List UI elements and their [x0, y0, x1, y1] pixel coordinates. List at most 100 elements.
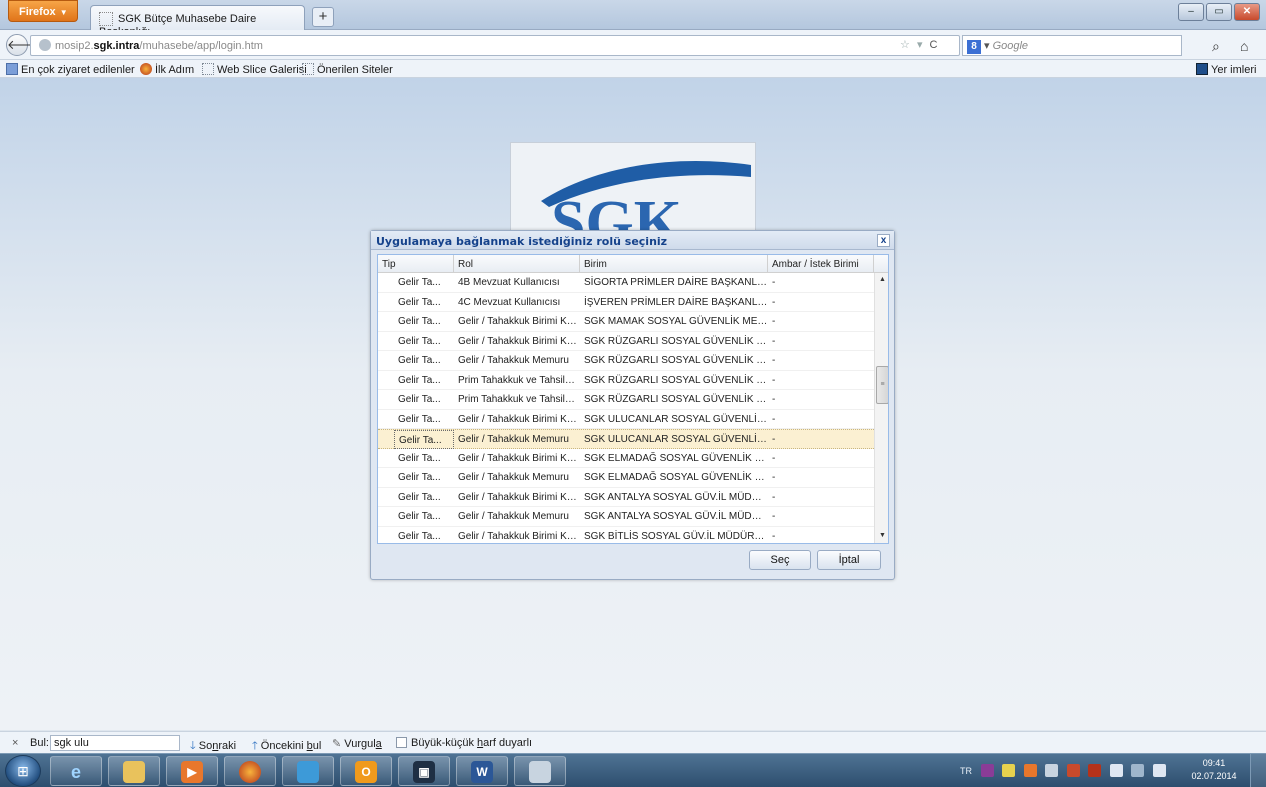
- close-icon[interactable]: x: [877, 234, 890, 247]
- table-row[interactable]: Gelir Ta... 4B Mevzuat Kullanıcısı SİGORTA…: [378, 273, 874, 293]
- back-button[interactable]: 🡐: [6, 34, 42, 56]
- dropdown-arrow-icon[interactable]: ▾: [917, 39, 923, 51]
- navigation-bar: 🡐 mosip2.sgk.intra/muhasebe/app/login.ht…: [0, 30, 1266, 60]
- taskbar-media-player[interactable]: ▶: [166, 756, 218, 786]
- search-engine-icon[interactable]: 8: [967, 40, 981, 54]
- select-button[interactable]: Seç: [749, 550, 811, 570]
- cell-rol: Gelir / Tahakkuk Birimi Kullanı...: [458, 413, 580, 425]
- antivirus-icon[interactable]: [1088, 764, 1102, 777]
- system-tray: TR: [960, 764, 1166, 777]
- column-header-birim[interactable]: Birim: [580, 255, 768, 273]
- scroll-down-icon[interactable]: ▼: [875, 529, 888, 543]
- table-row[interactable]: Gelir Ta... Gelir / Tahakkuk Memuru SGK AN…: [378, 507, 874, 527]
- volume-icon[interactable]: [1152, 764, 1166, 777]
- scroll-up-icon[interactable]: ▲: [875, 273, 888, 287]
- taskbar-outlook[interactable]: O: [340, 756, 392, 786]
- site-identity-icon[interactable]: [39, 39, 51, 51]
- browser-tab[interactable]: SGK Bütçe Muhasebe Daire Başkanlığı: [90, 5, 305, 38]
- table-row[interactable]: Gelir Ta... Gelir / Tahakkuk Birimi Kulla…: [378, 527, 874, 544]
- folder-icon: [123, 760, 145, 783]
- reload-icon[interactable]: C: [930, 39, 938, 51]
- bookmark-web-slice-gallery[interactable]: Web Slice Galerisi: [202, 63, 307, 76]
- cell-tip: Gelir Ta...: [398, 491, 441, 503]
- notes-icon[interactable]: [1002, 764, 1016, 777]
- taskbar-remote-app[interactable]: [282, 756, 334, 786]
- table-row[interactable]: Gelir Ta... Prim Tahakkuk ve Tahsilat Şef…: [378, 390, 874, 410]
- search-engine-arrow-icon[interactable]: ▾: [984, 40, 993, 52]
- column-header-ambar[interactable]: Ambar / İstek Birimi: [768, 255, 874, 273]
- cell-ambar: -: [772, 530, 776, 542]
- onenote-icon[interactable]: [980, 764, 994, 777]
- cell-tip: Gelir Ta...: [398, 316, 441, 327]
- table-row[interactable]: Gelir Ta... 4C Mevzuat Kullanıcısı İŞVEREN…: [378, 293, 874, 312]
- speaker-icon[interactable]: [1045, 764, 1059, 777]
- bookmark-getting-started[interactable]: İlk Adım: [140, 63, 194, 76]
- table-row[interactable]: Gelir Ta... Gelir / Tahakkuk Memuru SGK EL…: [378, 468, 874, 488]
- table-row[interactable]: Gelir Ta... Gelir / Tahakkuk Birimi Kulla…: [378, 449, 874, 468]
- security-shield-icon[interactable]: [1066, 764, 1080, 777]
- table-row-selected[interactable]: Gelir Ta... Gelir / Tahakkuk Memuru SGK UL…: [378, 429, 874, 449]
- bookmark-suggested-sites[interactable]: Önerilen Siteler: [302, 63, 393, 76]
- table-row[interactable]: Gelir Ta... Gelir / Tahakkuk Birimi Kulla…: [378, 312, 874, 332]
- taskbar-firefox[interactable]: [224, 756, 276, 786]
- page-icon: [202, 63, 214, 75]
- scrollbar-thumb[interactable]: ≡: [876, 366, 888, 404]
- taskbar-explorer[interactable]: [108, 756, 160, 786]
- taskbar-clock[interactable]: 09:41 02.07.2014: [1190, 757, 1238, 783]
- cell-birim: SGK BİTLİS SOSYAL GÜV.İL MÜDÜRLÜ...: [584, 530, 768, 542]
- language-indicator[interactable]: TR: [960, 766, 972, 776]
- new-tab-button[interactable]: +: [312, 7, 334, 27]
- cell-ambar: -: [772, 316, 776, 327]
- url-bar[interactable]: mosip2.sgk.intra/muhasebe/app/login.htm: [30, 35, 960, 56]
- network-icon[interactable]: [1131, 764, 1145, 777]
- cancel-button[interactable]: İptal: [817, 550, 881, 570]
- table-row[interactable]: Gelir Ta... Gelir / Tahakkuk Memuru SGK RÜ…: [378, 351, 874, 371]
- bookmark-most-visited[interactable]: En çok ziyaret edilenler: [6, 63, 135, 76]
- word-icon: W: [471, 760, 493, 783]
- show-desktop-button[interactable]: [1250, 754, 1266, 787]
- cell-ambar: -: [772, 355, 776, 366]
- table-row[interactable]: Gelir Ta... Gelir / Tahakkuk Birimi Kulla…: [378, 488, 874, 507]
- match-case-checkbox[interactable]: Büyük-küçük harf duyarlı: [396, 737, 532, 749]
- grid-scrollbar[interactable]: ▲ ≡ ▼: [874, 273, 888, 543]
- table-row[interactable]: Gelir Ta... Gelir / Tahakkuk Birimi Kulla…: [378, 410, 874, 429]
- bookmark-star-icon[interactable]: ☆: [900, 39, 910, 51]
- search-input[interactable]: 8 ▾ Google: [962, 35, 1182, 56]
- cell-birim: SGK RÜZGARLI SOSYAL GÜVENLİK ME...: [584, 335, 768, 347]
- firefox-menu-button[interactable]: Firefox ▼: [8, 0, 78, 22]
- table-row[interactable]: Gelir Ta... Gelir / Tahakkuk Birimi Kulla…: [378, 332, 874, 351]
- network-app-icon: [297, 760, 319, 783]
- minimize-button[interactable]: –: [1178, 3, 1204, 21]
- search-icon[interactable]: ⌕: [1212, 38, 1220, 55]
- dialog-title: Uygulamaya bağlanmak istediğiniz rolü se…: [376, 235, 668, 248]
- column-header-rol[interactable]: Rol: [454, 255, 580, 273]
- home-icon[interactable]: ⌂: [1240, 38, 1248, 54]
- cell-rol: Prim Tahakkuk ve Tahsilat Şefi: [458, 394, 580, 405]
- cell-birim: SGK ULUCANLAR SOSYAL GÜVENLİK ...: [584, 434, 768, 445]
- checkbox-icon[interactable]: [396, 737, 407, 748]
- clock-date: 02.07.2014: [1191, 771, 1237, 781]
- column-header-tip[interactable]: Tip: [378, 255, 454, 273]
- taskbar-app[interactable]: ▣: [398, 756, 450, 786]
- cell-ambar: -: [772, 277, 776, 288]
- cell-tip: Gelir Ta...: [398, 452, 441, 464]
- cell-rol: 4C Mevzuat Kullanıcısı: [458, 296, 561, 308]
- cell-tip: Gelir Ta...: [398, 530, 441, 542]
- cell-birim: SGK MAMAK SOSYAL GÜVENLİK MER...: [584, 316, 768, 327]
- start-button[interactable]: ⊞: [5, 755, 41, 787]
- highlight-all-button[interactable]: ✎ Vurgula: [332, 737, 382, 750]
- close-window-button[interactable]: ✕: [1234, 3, 1260, 21]
- taskbar-calculator[interactable]: [514, 756, 566, 786]
- table-row[interactable]: Gelir Ta... Prim Tahakkuk ve Tahsilat Me.…: [378, 371, 874, 390]
- find-input[interactable]: sgk ulu: [50, 735, 180, 751]
- cell-tip: Gelir Ta...: [398, 394, 441, 405]
- cell-tip: Gelir Ta...: [394, 430, 454, 449]
- taskbar-word[interactable]: W: [456, 756, 508, 786]
- taskbar-internet-explorer[interactable]: e: [50, 756, 102, 786]
- flag-icon[interactable]: [1109, 764, 1123, 777]
- cell-ambar: -: [772, 296, 776, 308]
- close-find-bar-icon[interactable]: ×: [12, 737, 18, 749]
- maximize-button[interactable]: ▭: [1206, 3, 1232, 21]
- office-icon[interactable]: [1023, 764, 1037, 777]
- bookmarks-menu-button[interactable]: Yer imleri: [1196, 63, 1256, 76]
